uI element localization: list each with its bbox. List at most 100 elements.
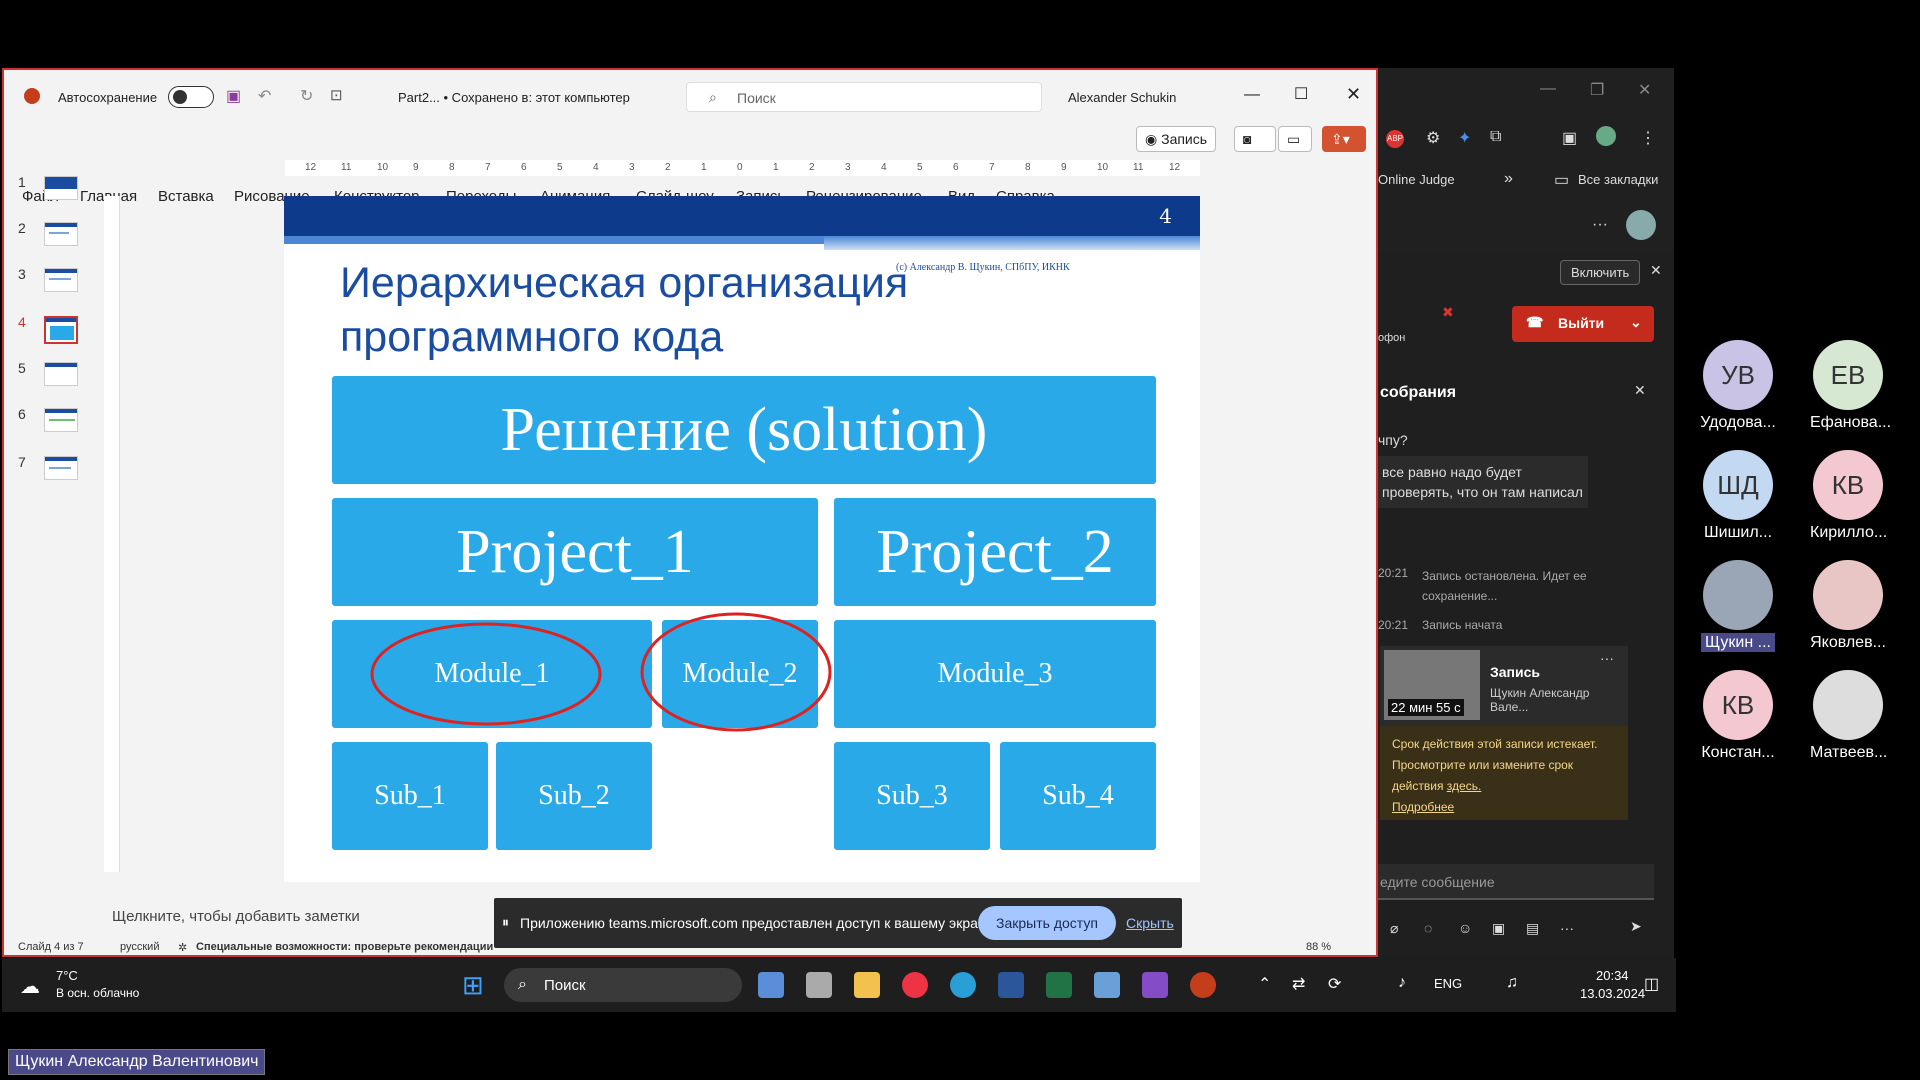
avatar: КВ <box>1813 450 1883 520</box>
notification-icon[interactable]: ◫ <box>1644 974 1659 994</box>
language-indicator[interactable]: ENG <box>1434 976 1462 991</box>
attach-icon[interactable]: ⌀ <box>1390 920 1398 937</box>
slide-thumbnail[interactable] <box>44 362 78 386</box>
sidebar-icon[interactable]: ▣ <box>1562 128 1577 148</box>
ruler-tick: 5 <box>557 162 563 173</box>
task-view-icon[interactable] <box>806 972 832 998</box>
emoji-icon[interactable]: ☺ <box>1458 920 1472 936</box>
visual-studio-icon[interactable] <box>1142 972 1168 998</box>
hide-link[interactable]: Скрыть <box>1126 915 1174 931</box>
all-bookmarks[interactable]: Все закладки <box>1578 172 1658 187</box>
recording-thumbnail[interactable]: 22 мин 55 с <box>1384 650 1480 720</box>
slide-thumbnail[interactable] <box>44 176 78 200</box>
leave-button[interactable]: ☎ Выйти ⌄ <box>1512 306 1654 342</box>
compose-input[interactable]: едите сообщение <box>1378 864 1654 900</box>
stop-sharing-button[interactable]: Закрыть доступ <box>978 906 1116 940</box>
close-icon[interactable]: ✕ <box>1650 262 1662 279</box>
recording-card[interactable]: 22 мин 55 с Запись ··· Щукин Александр В… <box>1380 646 1628 820</box>
share-button[interactable]: ⇪▾ <box>1322 126 1366 152</box>
save-icon[interactable]: ▣ <box>226 86 241 106</box>
maximize-icon[interactable]: ☐ <box>1294 84 1308 104</box>
weather-desc[interactable]: В осн. облачно <box>56 986 139 1000</box>
minimize-icon[interactable]: — <box>1244 86 1260 104</box>
profile-icon[interactable] <box>1596 126 1616 146</box>
undo-icon[interactable]: ↶ <box>258 86 271 106</box>
present-icon[interactable]: ⊡ <box>330 86 343 104</box>
mic-tray-icon[interactable]: ♪ <box>1398 974 1406 992</box>
chevron-down-icon[interactable]: ⌄ <box>1630 314 1642 331</box>
user-name[interactable]: Alexander Schukin <box>1068 90 1176 105</box>
participant-tile[interactable]: КВ Кирилло... <box>1810 450 1887 542</box>
send-icon[interactable]: ➤ <box>1630 918 1642 935</box>
slide-thumbnail[interactable] <box>44 222 78 246</box>
doc-title[interactable]: Part2... • Сохранено в: этот компьютер <box>398 90 630 105</box>
notepad-icon[interactable] <box>1094 972 1120 998</box>
adblock-icon[interactable]: ABP <box>1386 130 1404 148</box>
weather-temp[interactable]: 7°C <box>56 968 78 983</box>
comments-button[interactable]: ▭ <box>1278 126 1312 152</box>
participant-tile[interactable]: КВ Констан... <box>1700 670 1776 762</box>
more-icon[interactable]: ··· <box>1560 920 1574 936</box>
participant-tile[interactable]: Яковлев... <box>1810 560 1886 652</box>
notes-placeholder[interactable]: Щелкните, чтобы добавить заметки <box>112 908 360 925</box>
ruler-tick: 9 <box>1061 162 1067 173</box>
participant-tile[interactable]: УВ Удодова... <box>1700 340 1776 432</box>
enable-button[interactable]: Включить <box>1560 260 1641 285</box>
menu-insert[interactable]: Вставка <box>158 188 214 205</box>
search-input[interactable]: ⌕ Поиск <box>686 82 1042 112</box>
record-button[interactable]: ◉ Запись <box>1136 126 1217 152</box>
participant-tile[interactable]: Щукин ... <box>1700 560 1776 652</box>
slide-thumbnail[interactable] <box>44 456 78 480</box>
restore-icon[interactable]: ❐ <box>1590 80 1604 100</box>
chevron-up-icon[interactable]: ⌃ <box>1258 974 1271 994</box>
zoom-level[interactable]: 88 % <box>1306 941 1331 953</box>
more-dots-icon[interactable]: ··· <box>1592 216 1608 234</box>
autosave-toggle[interactable] <box>168 86 214 108</box>
word-icon[interactable] <box>998 972 1024 998</box>
file-explorer-icon[interactable] <box>854 972 880 998</box>
minimize-icon[interactable]: — <box>1540 80 1556 98</box>
bookmark-icon[interactable]: ✦ <box>1458 128 1471 148</box>
taskbar-search[interactable]: ⌕ Поиск <box>504 968 742 1002</box>
widgets-icon[interactable] <box>758 972 784 998</box>
recording-more-icon[interactable]: ··· <box>1600 650 1614 666</box>
participant-tile[interactable]: Матвеев... <box>1810 670 1887 762</box>
participant-tile[interactable]: ШД Шишил... <box>1700 450 1776 542</box>
close-icon[interactable]: ✕ <box>1638 80 1651 100</box>
clock-date[interactable]: 13.03.2024 <box>1580 986 1645 1001</box>
avatar[interactable] <box>1626 210 1656 240</box>
camera-button[interactable]: ◙ <box>1234 126 1276 152</box>
camera-off-icon[interactable]: ✖ <box>1442 304 1454 321</box>
chevron-right-icon[interactable]: » <box>1504 170 1513 188</box>
sync-icon[interactable]: ⟳ <box>1328 974 1341 994</box>
volume-icon[interactable]: ♫ <box>1506 974 1518 992</box>
slide-thumbnail[interactable] <box>44 408 78 432</box>
slide-canvas[interactable]: 4 (c) Александр В. Щукин, СПбПУ, ИКНК Ие… <box>284 196 1200 882</box>
close-chat-icon[interactable]: ✕ <box>1634 382 1646 399</box>
slide-thumbnail[interactable] <box>44 268 78 292</box>
close-icon[interactable]: ✕ <box>1346 84 1361 105</box>
ruler-tick: 3 <box>845 162 851 173</box>
start-icon[interactable]: ⊞ <box>462 970 484 1001</box>
mic-label[interactable]: офон <box>1378 332 1405 344</box>
bookmark-online-judge[interactable]: Online Judge <box>1378 172 1455 187</box>
slide-thumbnail-active[interactable] <box>44 316 78 344</box>
sticker-icon[interactable]: ▤ <box>1526 920 1539 937</box>
redo-icon[interactable]: ↻ <box>300 86 313 106</box>
gif-icon[interactable]: ▣ <box>1492 920 1505 937</box>
clock-time[interactable]: 20:34 <box>1596 968 1629 983</box>
loop-icon[interactable]: ◌ <box>1424 920 1432 936</box>
edge-icon[interactable] <box>950 972 976 998</box>
status-accessibility[interactable]: Специальные возможности: проверьте реком… <box>196 941 496 953</box>
powerpoint-taskbar-icon[interactable] <box>1190 972 1216 998</box>
participant-tile[interactable]: ЕВ Ефанова... <box>1810 340 1891 432</box>
chrome-icon[interactable] <box>902 972 928 998</box>
puzzle-icon[interactable]: ⧉ <box>1490 128 1501 146</box>
extension-icon[interactable]: ⚙ <box>1426 128 1440 148</box>
excel-icon[interactable] <box>1046 972 1072 998</box>
network-icon[interactable]: ⇄ <box>1292 974 1305 994</box>
warning-here-link[interactable]: здесь. <box>1447 779 1482 793</box>
warning-more-link[interactable]: Подробнее <box>1392 800 1454 814</box>
more-icon[interactable]: ⋮ <box>1640 128 1656 148</box>
status-language[interactable]: русский <box>120 941 159 953</box>
